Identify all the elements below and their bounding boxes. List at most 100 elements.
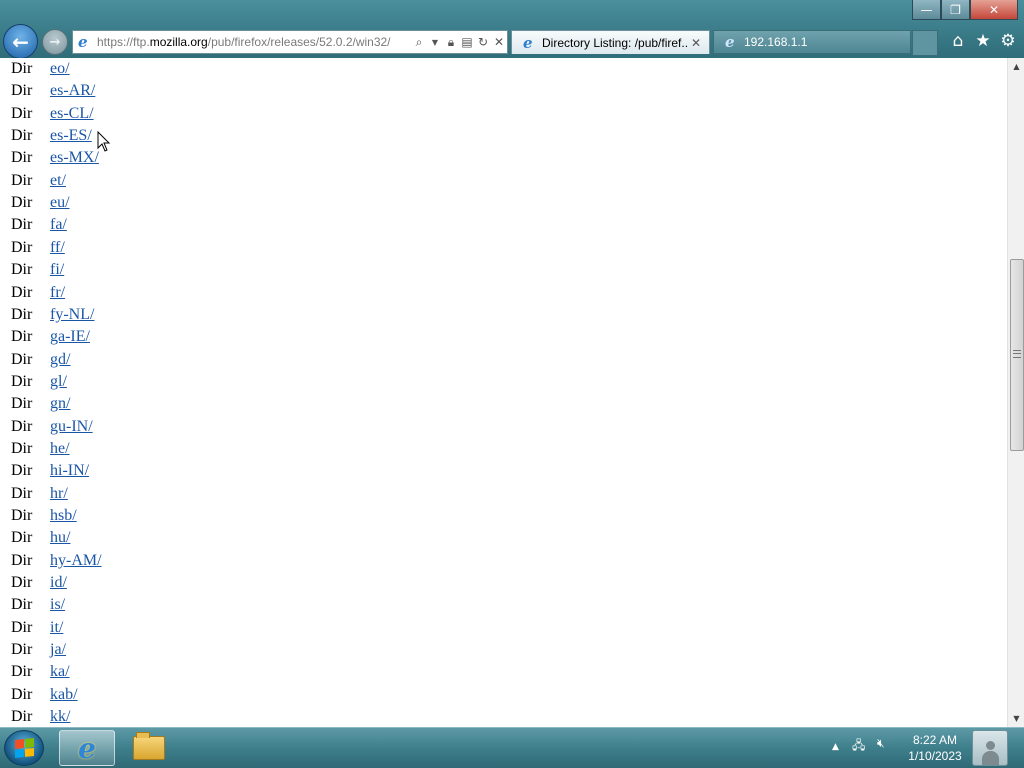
directory-link[interactable]: fr/	[50, 284, 65, 302]
tab-router[interactable]: e 192.168.1.1	[713, 30, 911, 54]
entry-type: Dir	[11, 462, 33, 480]
directory-link[interactable]: eo/	[50, 60, 70, 78]
maximize-button[interactable]: ❐	[941, 0, 970, 20]
directory-link[interactable]: id/	[50, 574, 67, 592]
favorites-icon[interactable]: ★	[972, 30, 994, 52]
entry-type: Dir	[11, 60, 33, 77]
entry-type: Dir	[11, 238, 33, 256]
clock-date: 1/10/2023	[908, 749, 962, 763]
scroll-thumb[interactable]	[1010, 259, 1024, 451]
taskbar-explorer-button[interactable]	[121, 730, 177, 766]
lock-icon[interactable]: 🔒︎	[443, 35, 459, 50]
windows-logo-icon	[15, 737, 34, 758]
home-icon[interactable]: ⌂	[947, 30, 969, 52]
entry-type: Dir	[11, 82, 33, 100]
entry-type: Dir	[11, 328, 33, 346]
new-tab-button[interactable]	[912, 30, 938, 56]
directory-link[interactable]: ga-IE/	[50, 328, 90, 346]
system-clock[interactable]: 8:22 AM 1/10/2023	[900, 732, 970, 764]
entry-type: Dir	[11, 149, 33, 167]
directory-link[interactable]: is/	[50, 596, 65, 614]
directory-link[interactable]: kk/	[50, 708, 70, 726]
directory-link[interactable]: es-AR/	[50, 82, 95, 100]
entry-type: Dir	[11, 417, 33, 435]
stop-icon[interactable]: ✕	[491, 35, 507, 49]
search-icon[interactable]: ⌕	[411, 35, 427, 50]
network-icon[interactable]: 🖧︎	[852, 736, 865, 757]
clock-time: 8:22 AM	[912, 733, 958, 747]
entry-type: Dir	[11, 305, 33, 323]
directory-link[interactable]: eu/	[50, 194, 70, 212]
address-url[interactable]: https://ftp.mozilla.org/pub/firefox/rele…	[97, 35, 411, 49]
tray-expand-icon[interactable]: ▲	[832, 742, 839, 752]
entry-type: Dir	[11, 663, 33, 681]
start-button[interactable]	[4, 730, 44, 766]
directory-link[interactable]: hi-IN/	[50, 462, 89, 480]
taskbar-ie-button[interactable]: e	[59, 730, 115, 766]
directory-link[interactable]: it/	[50, 619, 63, 637]
directory-link[interactable]: hsb/	[50, 507, 77, 525]
entry-type: Dir	[11, 395, 33, 413]
directory-link[interactable]: gl/	[50, 373, 67, 391]
entry-type: Dir	[11, 261, 33, 279]
directory-link[interactable]: he/	[50, 440, 70, 458]
directory-link[interactable]: gd/	[50, 351, 70, 369]
compat-icon[interactable]: ▤	[459, 35, 475, 49]
back-button[interactable]: ←	[3, 24, 38, 59]
entry-type: Dir	[11, 216, 33, 234]
directory-link[interactable]: hy-AM/	[50, 552, 102, 570]
directory-link[interactable]: ja/	[50, 641, 66, 659]
directory-link[interactable]: fi/	[50, 261, 64, 279]
entry-type: Dir	[11, 641, 33, 659]
user-icon	[981, 739, 999, 765]
entry-type: Dir	[11, 104, 33, 122]
directory-link[interactable]: fa/	[50, 216, 67, 234]
entry-type: Dir	[11, 484, 33, 502]
entry-type: Dir	[11, 529, 33, 547]
folder-icon	[133, 732, 165, 760]
refresh-icon[interactable]: ↻	[475, 35, 491, 49]
directory-link[interactable]: hr/	[50, 485, 68, 503]
directory-link[interactable]: et/	[50, 172, 66, 190]
forward-button[interactable]: →	[42, 29, 68, 55]
tools-gear-icon[interactable]: ⚙	[997, 30, 1019, 52]
minimize-button[interactable]: —	[912, 0, 941, 20]
mouse-cursor-icon	[97, 131, 111, 152]
directory-link[interactable]: hu/	[50, 529, 70, 547]
dropdown-icon[interactable]: ▼	[427, 38, 443, 47]
volume-muted-icon[interactable]: 🔇︎	[877, 736, 885, 751]
entry-type: Dir	[11, 708, 33, 726]
entry-type: Dir	[11, 127, 33, 145]
entry-type: Dir	[11, 507, 33, 524]
directory-link[interactable]: es-ES/	[50, 127, 92, 145]
entry-type: Dir	[11, 439, 33, 457]
browser-chrome: — ❐ ✕ ← → e https://ftp.mozilla.org/pub/…	[0, 0, 1024, 59]
user-tile[interactable]	[972, 730, 1008, 766]
directory-link[interactable]: ff/	[50, 239, 65, 257]
ie-tab-icon: e	[725, 33, 735, 51]
directory-link[interactable]: es-CL/	[50, 105, 94, 123]
entry-type: Dir	[11, 350, 33, 368]
entry-type: Dir	[11, 283, 33, 301]
directory-link[interactable]: gu-IN/	[50, 418, 93, 436]
directory-link[interactable]: gn/	[50, 395, 70, 413]
tab-title: 192.168.1.1	[744, 35, 808, 49]
tab-close-icon[interactable]: ✕	[689, 36, 703, 50]
ie-icon: e	[78, 731, 96, 765]
directory-link[interactable]: fy-NL/	[50, 306, 94, 324]
taskbar: e ▲ 🖧︎ 🔇︎ 8:22 AM 1/10/2023	[0, 727, 1024, 768]
scroll-up-arrow[interactable]: ▲	[1008, 58, 1024, 75]
scroll-down-arrow[interactable]: ▼	[1008, 710, 1024, 727]
ie-tab-icon: e	[523, 33, 533, 52]
tab-directory-listing[interactable]: e Directory Listing: /pub/firef... ✕	[511, 30, 710, 54]
close-button[interactable]: ✕	[970, 0, 1018, 20]
directory-link[interactable]: kab/	[50, 686, 78, 704]
directory-link[interactable]: es-MX/	[50, 149, 99, 167]
vertical-scrollbar[interactable]: ▲ ▼	[1007, 58, 1024, 727]
entry-type: Dir	[11, 618, 33, 636]
entry-type: Dir	[11, 194, 33, 212]
entry-type: Dir	[11, 551, 33, 569]
address-bar[interactable]: e https://ftp.mozilla.org/pub/firefox/re…	[72, 30, 508, 54]
entry-type: Dir	[11, 596, 33, 614]
directory-link[interactable]: ka/	[50, 663, 70, 681]
